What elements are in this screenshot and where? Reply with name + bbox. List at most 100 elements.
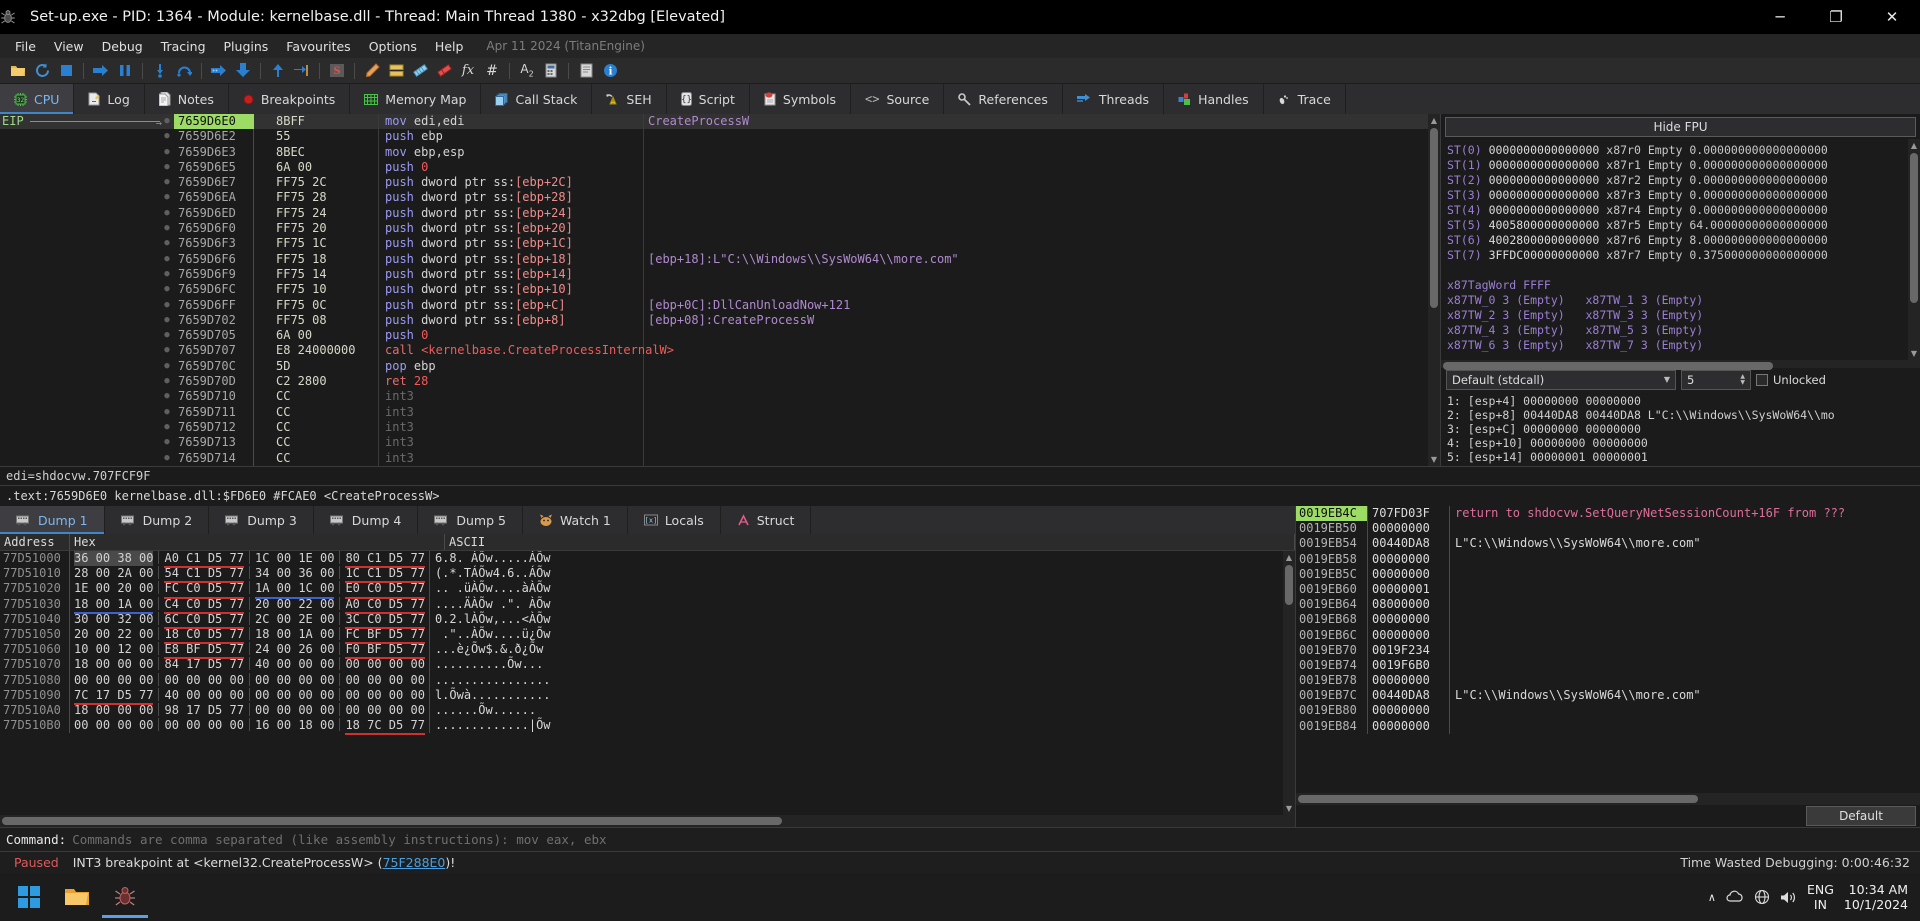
dump-row[interactable]: 77D510A0 18 00 00 00 98 17 D5 77 00 00 00 0… <box>0 702 1283 719</box>
dump-ascii[interactable]: ."..ÀÕw....ü¿Õw <box>428 626 551 643</box>
pause-icon[interactable] <box>113 60 137 82</box>
menu-item-view[interactable]: View <box>45 36 93 57</box>
stack-row[interactable]: 0019EB5C 00000000 <box>1296 566 1920 582</box>
dump-ascii[interactable]: .............|Õw <box>428 718 551 734</box>
dump-rows[interactable]: 77D51000 36 00 38 00 A0 C1 D5 77 1C 00 1E 0… <box>0 551 1283 815</box>
tab-dump-4[interactable]: Dump 4 <box>314 506 419 534</box>
hex-group[interactable]: 00 00 00 00 <box>345 703 424 718</box>
tab-dump-3[interactable]: Dump 3 <box>209 506 314 534</box>
stop-icon[interactable] <box>54 60 78 82</box>
dump-row[interactable]: 77D51080 00 00 00 00 00 00 00 00 00 00 00 0… <box>0 672 1283 688</box>
scroll-down-arrow[interactable]: ▼ <box>1910 349 1918 358</box>
scroll-thumb[interactable] <box>1443 361 1773 370</box>
fpu-scrollbar[interactable]: ▲ ▼ <box>1908 139 1920 360</box>
disassembly-row[interactable]: ● 7659D6E7 FF75 2C push dword ptr ss:[ebp+2… <box>0 175 1428 191</box>
dump-row[interactable]: 77D51070 18 00 00 00 84 17 D5 77 40 00 00 0… <box>0 657 1283 673</box>
tray-expand-icon[interactable]: ∧ <box>1708 891 1716 904</box>
patches-icon[interactable] <box>408 60 432 82</box>
breakpoint-dot-icon[interactable]: ● <box>160 145 174 160</box>
hex-group[interactable]: 00 00 00 00 <box>164 673 243 688</box>
tab-dump-2[interactable]: Dump 2 <box>105 506 210 534</box>
dump-row[interactable]: 77D51060 10 00 12 00 E8 BF D5 77 24 00 26 0… <box>0 642 1283 660</box>
scroll-up-arrow[interactable]: ▲ <box>1285 553 1293 562</box>
onedrive-icon[interactable] <box>1726 890 1744 904</box>
dump-hex[interactable]: 10 00 12 00 E8 BF D5 77 24 00 26 00 F0 BF D… <box>70 642 425 660</box>
dump-row[interactable]: 77D510B0 00 00 00 00 00 00 00 00 16 00 18 0… <box>0 718 1283 736</box>
scroll-up-arrow[interactable]: ▲ <box>1430 116 1438 125</box>
argument-row[interactable]: 2: [esp+8] 00440DA8 00440DA8 L"C:\\Windo… <box>1447 408 1914 422</box>
fpu-hscrollbar[interactable] <box>1441 359 1920 370</box>
argument-row[interactable]: 1: [esp+4] 00000000 00000000 <box>1447 394 1914 408</box>
unlocked-checkbox[interactable]: Unlocked <box>1756 373 1826 387</box>
step-over-fast-icon[interactable] <box>231 60 255 82</box>
tab-trace[interactable]: Trace <box>1263 84 1346 114</box>
breakpoint-dot-icon[interactable]: ● <box>160 236 174 251</box>
hash-icon[interactable]: # <box>480 60 504 82</box>
column-header-address[interactable]: Address <box>0 534 70 550</box>
default-button[interactable]: Default <box>1806 806 1916 826</box>
hex-group[interactable]: 28 00 2A 00 <box>74 566 153 581</box>
tab-log[interactable]: Log <box>74 84 145 114</box>
step-into-fast-icon[interactable] <box>207 60 231 82</box>
eraser-icon[interactable] <box>432 60 456 82</box>
scroll-thumb[interactable] <box>1298 795 1698 803</box>
dump-row[interactable]: 77D51010 28 00 2A 00 54 C1 D5 77 34 00 36 0… <box>0 566 1283 584</box>
breakpoint-dot-icon[interactable]: ● <box>160 175 174 190</box>
stack-row[interactable]: 0019EB84 00000000 <box>1296 718 1920 734</box>
fpu-register-row[interactable]: ST(0) 0000000000000000 x87r0 Empty 0.000… <box>1447 143 1902 158</box>
disassembly-row[interactable]: ● 7659D713 CC int3 <box>0 435 1428 451</box>
scroll-down-arrow[interactable]: ▼ <box>1430 455 1438 464</box>
hex-group[interactable]: 20 00 22 00 <box>74 627 153 642</box>
tab-symbols[interactable]: Symbols <box>749 84 851 114</box>
breakpoint-dot-icon[interactable]: ● <box>160 282 174 297</box>
disassembly-row[interactable]: ● 7659D6F0 FF75 20 push dword ptr ss:[ebp+2… <box>0 221 1428 237</box>
fpu-register-list[interactable]: ST(0) 0000000000000000 x87r0 Empty 0.000… <box>1441 139 1908 360</box>
stack-row[interactable]: 0019EB50 00000000 <box>1296 521 1920 537</box>
dump-scrollbar[interactable]: ▲ ▼ <box>1283 551 1295 815</box>
dump-hex[interactable]: 1E 00 20 00 FC C0 D5 77 1A 00 1C 00 E0 C0 D… <box>70 581 425 599</box>
hex-group[interactable]: 30 00 32 00 <box>74 612 153 627</box>
checkbox-box[interactable] <box>1756 373 1768 386</box>
breakpoint-dot-icon[interactable]: ● <box>160 405 174 420</box>
hide-fpu-button[interactable]: Hide FPU <box>1445 117 1916 137</box>
stack-row[interactable]: 0019EB60 00000001 <box>1296 581 1920 598</box>
disassembly-row[interactable]: ● 7659D710 CC int3 <box>0 389 1428 405</box>
restart-icon[interactable] <box>30 60 54 82</box>
argument-count-stepper[interactable]: 5 ▲ ▼ <box>1681 369 1751 390</box>
stack-row[interactable]: 0019EB70 0019F234 <box>1296 642 1920 658</box>
disassembly-row[interactable]: ● 7659D712 CC int3 <box>0 419 1428 436</box>
dump-ascii[interactable]: ....ÄÀÕw .". ÀÕw <box>428 596 551 612</box>
breakpoint-dot-icon[interactable]: ● <box>160 343 174 358</box>
command-input[interactable]: Commands are comma separated (like assem… <box>72 832 1920 847</box>
stack-row[interactable]: 0019EB64 08000000 <box>1296 597 1920 613</box>
status-message-link[interactable]: 75F288E0 <box>383 855 446 870</box>
fx-icon[interactable]: fx <box>456 60 480 82</box>
disassembly-row[interactable]: ● 7659D6F6 FF75 18 push dword ptr ss:[ebp+1… <box>0 251 1428 267</box>
file-explorer-icon[interactable] <box>54 876 100 918</box>
hex-group[interactable]: 24 00 26 00 <box>255 642 334 657</box>
stack-row[interactable]: 0019EB78 00000000 <box>1296 673 1920 689</box>
breakpoint-dot-icon[interactable]: ● <box>160 313 174 328</box>
info-icon[interactable]: i <box>598 60 622 82</box>
disassembly-row[interactable]: ● 7659D707 E8 24000000 call <kernelbase.Cre… <box>0 343 1428 359</box>
tab-seh[interactable]: ! SEH <box>592 84 667 114</box>
fpu-register-row[interactable]: ST(6) 4002800000000000 x87r6 Empty 8.000… <box>1447 233 1902 248</box>
dump-ascii[interactable]: 6.8. ÁÕw.....ÁÕw <box>428 551 551 567</box>
disassembly-row[interactable]: EIP ➞ ● 7659D6E0 8BFF mov edi,edi CreateProces… <box>0 114 1428 130</box>
step-into-icon[interactable] <box>148 60 172 82</box>
stack-row[interactable]: 0019EB80 00000000 <box>1296 703 1920 719</box>
dump-ascii[interactable]: l.Õwà........... <box>428 687 551 703</box>
disassembly-row[interactable]: ● 7659D6ED FF75 24 push dword ptr ss:[ebp+2… <box>0 205 1428 222</box>
hex-group[interactable]: 18 00 00 00 <box>74 657 153 672</box>
disassembly-row[interactable]: ● 7659D714 CC int3 <box>0 450 1428 466</box>
dump-hex[interactable]: 28 00 2A 00 54 C1 D5 77 34 00 36 00 1C C1 D… <box>70 566 425 584</box>
tab-notes[interactable]: Notes <box>144 84 229 114</box>
disassembly-row[interactable]: ● 7659D711 CC int3 <box>0 404 1428 420</box>
dump-row[interactable]: 77D51000 36 00 38 00 A0 C1 D5 77 1C 00 1E 0… <box>0 551 1283 569</box>
dump-ascii[interactable]: ...è¿Õw$.&.ð¿Õw <box>428 642 543 658</box>
dump-row[interactable]: 77D51090 7C 17 D5 77 40 00 00 00 00 00 00 0… <box>0 687 1283 705</box>
breakpoint-dot-icon[interactable]: ● <box>160 114 174 129</box>
stack-row[interactable]: 0019EB4C 707FD03F return to shdocvw.SetQue… <box>1296 506 1920 522</box>
dump-ascii[interactable]: 0.2.lÀÕw,...<ÀÕw <box>428 611 551 627</box>
disassembly-scrollbar[interactable]: ▲ ▼ <box>1428 114 1440 466</box>
